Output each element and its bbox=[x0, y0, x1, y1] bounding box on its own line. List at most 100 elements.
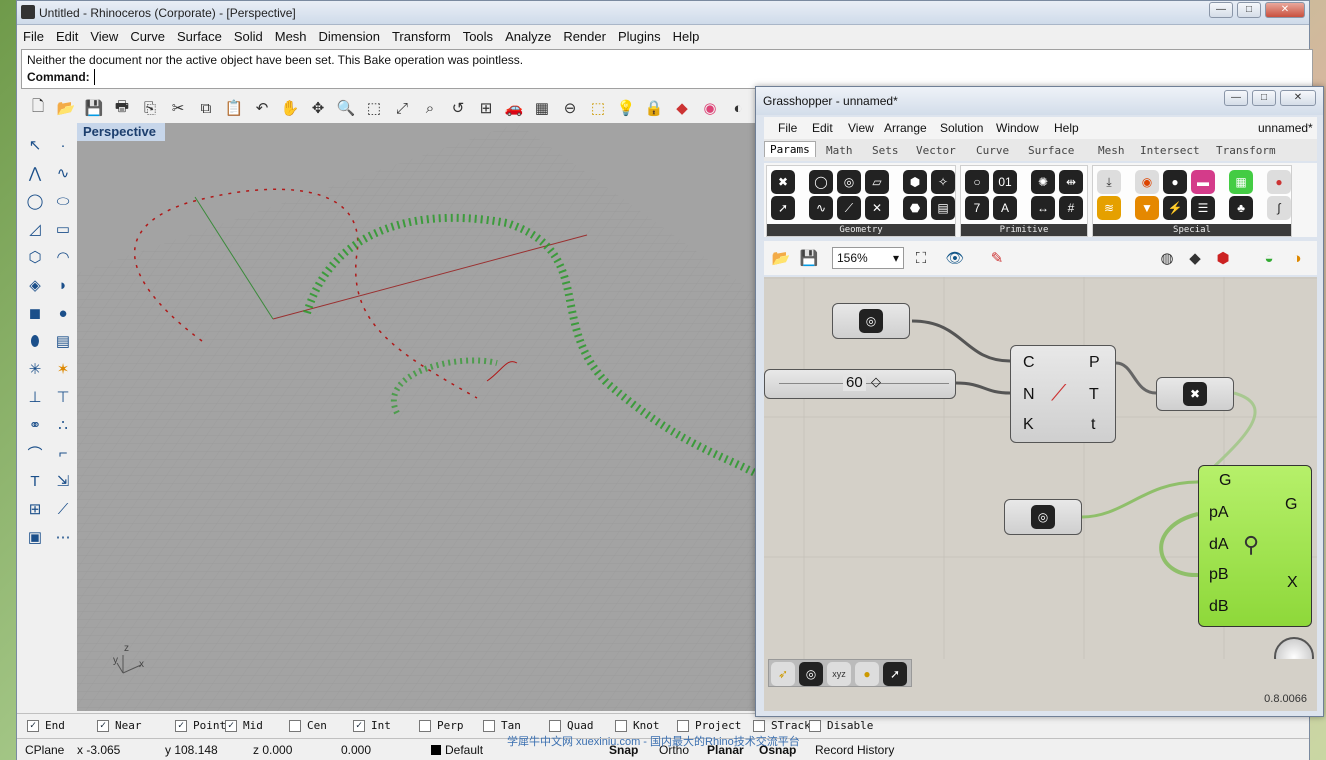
gh-menu-window[interactable]: Window bbox=[996, 121, 1039, 135]
line-param-icon[interactable]: ⟋ bbox=[837, 196, 861, 220]
panel-icon[interactable]: ● bbox=[1163, 170, 1187, 194]
markov-icon[interactable]: ● bbox=[855, 662, 879, 686]
menu-tools[interactable]: Tools bbox=[457, 27, 499, 44]
group-icon[interactable]: ∴ bbox=[51, 413, 75, 437]
curve-param-component[interactable]: ◎ bbox=[832, 303, 910, 339]
select-arrow-icon[interactable]: ↖ bbox=[23, 133, 47, 157]
cut-icon[interactable]: ✂ bbox=[167, 97, 189, 119]
gh-titlebar[interactable]: Grasshopper - unnamed* — □ ✕ bbox=[756, 87, 1323, 115]
mesh-param-icon[interactable]: ✧ bbox=[931, 170, 955, 194]
slider-icon[interactable]: ▼ bbox=[1135, 196, 1159, 220]
four-viewports-icon[interactable]: ⊞ bbox=[475, 97, 497, 119]
undo-view-icon[interactable]: ↺ bbox=[447, 97, 469, 119]
divide-input-k[interactable]: K bbox=[1023, 416, 1034, 434]
point-param-component[interactable]: ✖ bbox=[1156, 377, 1234, 411]
slider-grip-icon[interactable]: ◇ bbox=[871, 374, 881, 390]
sphere-icon[interactable]: ● bbox=[51, 301, 75, 325]
polyline-icon[interactable]: ⋀ bbox=[23, 161, 47, 185]
osnap-perp[interactable]: Perp bbox=[419, 719, 464, 732]
osnap-quad[interactable]: Quad bbox=[549, 719, 594, 732]
tab-intersect[interactable]: Intersect bbox=[1140, 144, 1200, 157]
new-icon[interactable]: 🗋 bbox=[27, 97, 49, 119]
osnap-mid[interactable]: ✓ Mid bbox=[225, 719, 263, 732]
gh-menu-edit[interactable]: Edit bbox=[812, 121, 833, 135]
loft-icon[interactable]: ◗ bbox=[51, 273, 75, 297]
block-icon[interactable]: ▣ bbox=[23, 525, 47, 549]
number-slider[interactable]: 60 ◇ bbox=[764, 369, 956, 399]
tree-icon[interactable]: ♣ bbox=[1229, 196, 1253, 220]
menu-plugins[interactable]: Plugins bbox=[612, 27, 667, 44]
light-icon[interactable]: 💡 bbox=[615, 97, 637, 119]
spiral-widget-icon[interactable]: ◎ bbox=[799, 662, 823, 686]
boolean-param-icon[interactable]: ○ bbox=[965, 170, 989, 194]
osnap-checkbox[interactable] bbox=[419, 719, 431, 732]
gh-canvas[interactable]: ◎ 60 ◇ C N K P T t ⟋ ✖ ◎ G pA dA pB dB G bbox=[764, 277, 1317, 659]
gh-minimize-button[interactable]: — bbox=[1224, 90, 1248, 106]
array-icon[interactable]: ⊞ bbox=[23, 497, 47, 521]
orient-input-db[interactable]: dB bbox=[1209, 598, 1229, 616]
menu-transform[interactable]: Transform bbox=[386, 27, 457, 44]
domain-param-icon[interactable]: ↔ bbox=[1031, 196, 1055, 220]
viewport-title[interactable]: Perspective bbox=[77, 123, 165, 141]
bake-icon[interactable]: ◒ bbox=[1258, 247, 1280, 269]
interval-param-icon[interactable]: ⇹ bbox=[1059, 170, 1083, 194]
orient-input-pa[interactable]: pA bbox=[1209, 504, 1229, 522]
rotate-view-icon[interactable]: ✥ bbox=[307, 97, 329, 119]
sketch-icon[interactable]: ✎ bbox=[986, 247, 1008, 269]
cluster-icon[interactable]: ▦ bbox=[1229, 170, 1253, 194]
grid-icon[interactable]: ▦ bbox=[531, 97, 553, 119]
curve-icon[interactable]: ∿ bbox=[51, 161, 75, 185]
menu-help[interactable]: Help bbox=[667, 27, 706, 44]
osnap-checkbox[interactable] bbox=[677, 719, 689, 732]
circle-icon[interactable]: ◯ bbox=[23, 189, 47, 213]
gh-menu-arrange[interactable]: Arrange bbox=[884, 121, 927, 135]
import-icon[interactable]: ⤓ bbox=[1097, 170, 1121, 194]
osnap-tan[interactable]: Tan bbox=[483, 719, 521, 732]
rhino-titlebar[interactable]: Untitled - Rhinoceros (Corporate) - [Per… bbox=[17, 1, 1309, 25]
display-icon[interactable]: ◑ bbox=[1286, 247, 1308, 269]
zoom-extents-icon[interactable]: ⛶ bbox=[910, 247, 932, 269]
string-param-icon[interactable]: A bbox=[993, 196, 1017, 220]
osnap-checkbox[interactable]: ✓ bbox=[175, 719, 187, 732]
command-input[interactable] bbox=[94, 69, 1244, 85]
fillet-icon[interactable]: ⌒ bbox=[23, 441, 47, 465]
toggle-icon[interactable]: ◉ bbox=[1135, 170, 1159, 194]
split-icon[interactable]: ⊤ bbox=[51, 385, 75, 409]
osnap-cen[interactable]: Cen bbox=[289, 719, 327, 732]
mesh-icon[interactable]: ▤ bbox=[51, 329, 75, 353]
cylinder-icon[interactable]: ⬮ bbox=[23, 329, 47, 353]
measure-icon[interactable]: ⟋ bbox=[51, 497, 75, 521]
osnap-checkbox[interactable] bbox=[809, 719, 821, 732]
osnap-strack[interactable]: STrack bbox=[753, 719, 811, 732]
menu-render[interactable]: Render bbox=[557, 27, 612, 44]
text-icon[interactable]: T bbox=[23, 469, 47, 493]
menu-edit[interactable]: Edit bbox=[50, 27, 84, 44]
divide-output-t-param[interactable]: t bbox=[1091, 416, 1095, 434]
value-list-icon[interactable]: ☰ bbox=[1191, 196, 1215, 220]
orient-input-da[interactable]: dA bbox=[1209, 536, 1229, 554]
preview-wire-icon[interactable]: ◍ bbox=[1156, 247, 1178, 269]
osnap-knot[interactable]: Knot bbox=[615, 719, 660, 732]
render-icon[interactable]: ◐ bbox=[727, 97, 749, 119]
plane-param-icon[interactable]: ▱ bbox=[865, 170, 889, 194]
gh-maximize-button[interactable]: □ bbox=[1252, 90, 1276, 106]
zoom-selected-icon[interactable]: ⌕ bbox=[419, 97, 441, 119]
pan-icon[interactable]: ✋ bbox=[279, 97, 301, 119]
orient-input-g[interactable]: G bbox=[1219, 472, 1231, 490]
divide-input-n[interactable]: N bbox=[1023, 386, 1035, 404]
osnap-int[interactable]: ✓ Int bbox=[353, 719, 391, 732]
rectangle-icon[interactable]: ▭ bbox=[51, 217, 75, 241]
colour-param-icon[interactable]: ✺ bbox=[1031, 170, 1055, 194]
perspective-viewport[interactable]: z y x Perspective bbox=[77, 123, 755, 711]
osnap-project[interactable]: Project bbox=[677, 719, 741, 732]
car-icon[interactable]: 🚗 bbox=[503, 97, 525, 119]
align-icon[interactable]: ➶ bbox=[771, 662, 795, 686]
record-icon[interactable]: ● bbox=[1267, 170, 1291, 194]
select-icon[interactable]: ⬚ bbox=[587, 97, 609, 119]
chamfer-icon[interactable]: ⌐ bbox=[51, 441, 75, 465]
menu-analyze[interactable]: Analyze bbox=[499, 27, 557, 44]
point-param-icon[interactable]: ✕ bbox=[865, 196, 889, 220]
more-tools-icon[interactable]: ⋯ bbox=[51, 525, 75, 549]
ellipse-icon[interactable]: ⬭ bbox=[51, 189, 75, 213]
lock-icon[interactable]: 🔒 bbox=[643, 97, 665, 119]
